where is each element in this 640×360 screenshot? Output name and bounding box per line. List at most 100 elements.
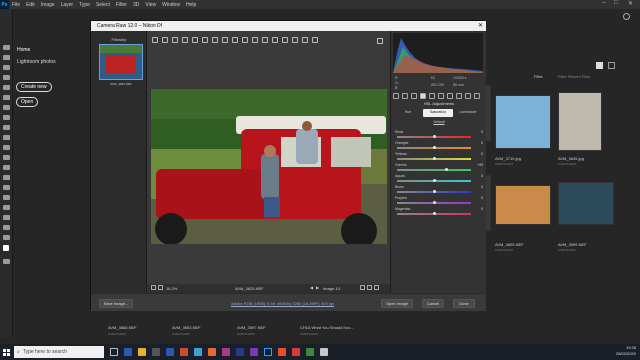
fullscreen-icon[interactable] bbox=[377, 38, 383, 44]
slider-thumb[interactable] bbox=[432, 212, 436, 215]
slider-value[interactable]: +33 bbox=[471, 163, 483, 167]
path-select-tool-icon[interactable] bbox=[3, 215, 10, 220]
recent-file-thumb[interactable] bbox=[558, 182, 614, 225]
photoshop-taskbar-icon[interactable] bbox=[264, 348, 272, 356]
slider-value[interactable]: 0 bbox=[471, 196, 483, 200]
menu-view[interactable]: View bbox=[142, 2, 159, 8]
office-icon[interactable] bbox=[180, 348, 188, 356]
recent-file-thumb[interactable] bbox=[495, 95, 551, 149]
mail-icon[interactable] bbox=[166, 348, 174, 356]
slider-thumb[interactable] bbox=[432, 190, 436, 193]
filmstrip-thumbnail[interactable] bbox=[99, 44, 143, 80]
next-image-icon[interactable]: ▶ bbox=[316, 285, 319, 290]
firefox-icon[interactable] bbox=[278, 348, 286, 356]
app-icon[interactable] bbox=[208, 348, 216, 356]
recent-file-name[interactable]: CH1A What You Should Kno... bbox=[300, 325, 354, 330]
slider-value[interactable]: 0 bbox=[471, 207, 483, 211]
crop-tool-icon[interactable] bbox=[202, 37, 208, 43]
recent-file-thumb[interactable] bbox=[495, 185, 551, 225]
white-balance-tool-icon[interactable] bbox=[172, 37, 178, 43]
slider-value[interactable]: 0 bbox=[471, 130, 483, 134]
menu-image[interactable]: Image bbox=[38, 2, 58, 8]
zoom-level[interactable]: 16.2% bbox=[166, 286, 177, 291]
menu-3d[interactable]: 3D bbox=[130, 2, 142, 8]
snapshots-tab-icon[interactable] bbox=[474, 93, 480, 99]
cancel-button[interactable]: Cancel bbox=[422, 299, 444, 308]
slider-value[interactable]: 0 bbox=[471, 141, 483, 145]
recent-file-name[interactable]: AVM_3668.NEF bbox=[108, 325, 137, 330]
taskbar-search-input[interactable]: ⌕ Type here to search bbox=[14, 346, 104, 358]
workflow-options-link[interactable]: Adobe RGB (1998); 8 bit; 4928 by 3280 (1… bbox=[231, 301, 334, 306]
type-tool-icon[interactable] bbox=[3, 205, 10, 210]
transform-tool-icon[interactable] bbox=[222, 37, 228, 43]
app-icon[interactable] bbox=[292, 348, 300, 356]
history-brush-icon[interactable] bbox=[3, 145, 10, 150]
before-after-icon[interactable] bbox=[360, 285, 365, 290]
slider-thumb[interactable] bbox=[445, 168, 449, 171]
save-image-button[interactable]: Save Image... bbox=[99, 299, 133, 308]
graduated-filter-icon[interactable] bbox=[262, 37, 268, 43]
target-adjustment-icon[interactable] bbox=[192, 37, 198, 43]
zoom-in-icon[interactable] bbox=[158, 285, 163, 290]
hsl-tab-icon[interactable] bbox=[420, 93, 426, 99]
menu-file[interactable]: File bbox=[9, 2, 23, 8]
pen-tool-icon[interactable] bbox=[3, 195, 10, 200]
app-icon[interactable] bbox=[320, 348, 328, 356]
tone-curve-tab-icon[interactable] bbox=[402, 93, 408, 99]
nav-home[interactable]: Home bbox=[17, 47, 30, 53]
slider-track[interactable] bbox=[397, 169, 471, 171]
menu-type[interactable]: Type bbox=[76, 2, 93, 8]
presets-tab-icon[interactable] bbox=[465, 93, 471, 99]
prev-image-icon[interactable]: ◀ bbox=[310, 285, 313, 290]
slider-thumb[interactable] bbox=[432, 135, 436, 138]
create-new-button[interactable]: Create new bbox=[16, 82, 52, 92]
slider-thumb[interactable] bbox=[432, 179, 436, 182]
calibration-tab-icon[interactable] bbox=[456, 93, 462, 99]
nav-lightroom-photos[interactable]: Lightroom photos bbox=[17, 59, 56, 65]
shape-tool-icon[interactable] bbox=[3, 225, 10, 230]
trash-icon[interactable] bbox=[312, 37, 318, 43]
radial-filter-icon[interactable] bbox=[272, 37, 278, 43]
recent-file-name[interactable]: AVM_3653.NEF bbox=[172, 325, 201, 330]
slider-thumb[interactable] bbox=[432, 201, 436, 204]
zoom-out-icon[interactable] bbox=[151, 285, 156, 290]
split-toning-tab-icon[interactable] bbox=[429, 93, 435, 99]
eyedropper-tool-icon[interactable] bbox=[3, 105, 10, 110]
quick-select-tool-icon[interactable] bbox=[3, 75, 10, 80]
slider-thumb[interactable] bbox=[432, 146, 436, 149]
search-icon[interactable] bbox=[623, 13, 630, 20]
detail-tab-icon[interactable] bbox=[411, 93, 417, 99]
task-view-icon[interactable] bbox=[110, 348, 118, 356]
quick-mask-icon[interactable] bbox=[3, 259, 10, 264]
spot-removal-icon[interactable] bbox=[232, 37, 238, 43]
foreground-color-swatch[interactable] bbox=[3, 245, 9, 251]
basic-tab-icon[interactable] bbox=[393, 93, 399, 99]
menu-filter[interactable]: Filter bbox=[113, 2, 130, 8]
menu-edit[interactable]: Edit bbox=[23, 2, 38, 8]
slider-thumb[interactable] bbox=[432, 157, 436, 160]
slider-value[interactable]: 0 bbox=[471, 152, 483, 156]
slider-value[interactable]: 0 bbox=[471, 174, 483, 178]
open-image-button[interactable]: Open Image bbox=[381, 299, 413, 308]
tab-hue[interactable]: Hue bbox=[393, 109, 423, 117]
menu-help[interactable]: Help bbox=[183, 2, 199, 8]
close-icon[interactable]: ✕ bbox=[478, 22, 483, 29]
tab-saturation[interactable]: Saturation bbox=[423, 109, 453, 117]
slider-value[interactable]: 0 bbox=[471, 185, 483, 189]
preferences-icon[interactable] bbox=[282, 37, 288, 43]
swap-settings-icon[interactable] bbox=[374, 285, 379, 290]
healing-tool-icon[interactable] bbox=[3, 115, 10, 120]
blur-tool-icon[interactable] bbox=[3, 175, 10, 180]
stamp-tool-icon[interactable] bbox=[3, 135, 10, 140]
red-eye-icon[interactable] bbox=[242, 37, 248, 43]
lasso-tool-icon[interactable] bbox=[3, 65, 10, 70]
straighten-tool-icon[interactable] bbox=[212, 37, 218, 43]
open-button[interactable]: Open bbox=[16, 97, 39, 107]
store-icon[interactable] bbox=[152, 348, 160, 356]
menu-window[interactable]: Window bbox=[159, 2, 183, 8]
adjustment-brush-icon[interactable] bbox=[252, 37, 258, 43]
eraser-tool-icon[interactable] bbox=[3, 155, 10, 160]
app-icon[interactable] bbox=[236, 348, 244, 356]
hand-tool-icon[interactable] bbox=[3, 235, 10, 240]
image-preview-area[interactable] bbox=[148, 47, 390, 281]
